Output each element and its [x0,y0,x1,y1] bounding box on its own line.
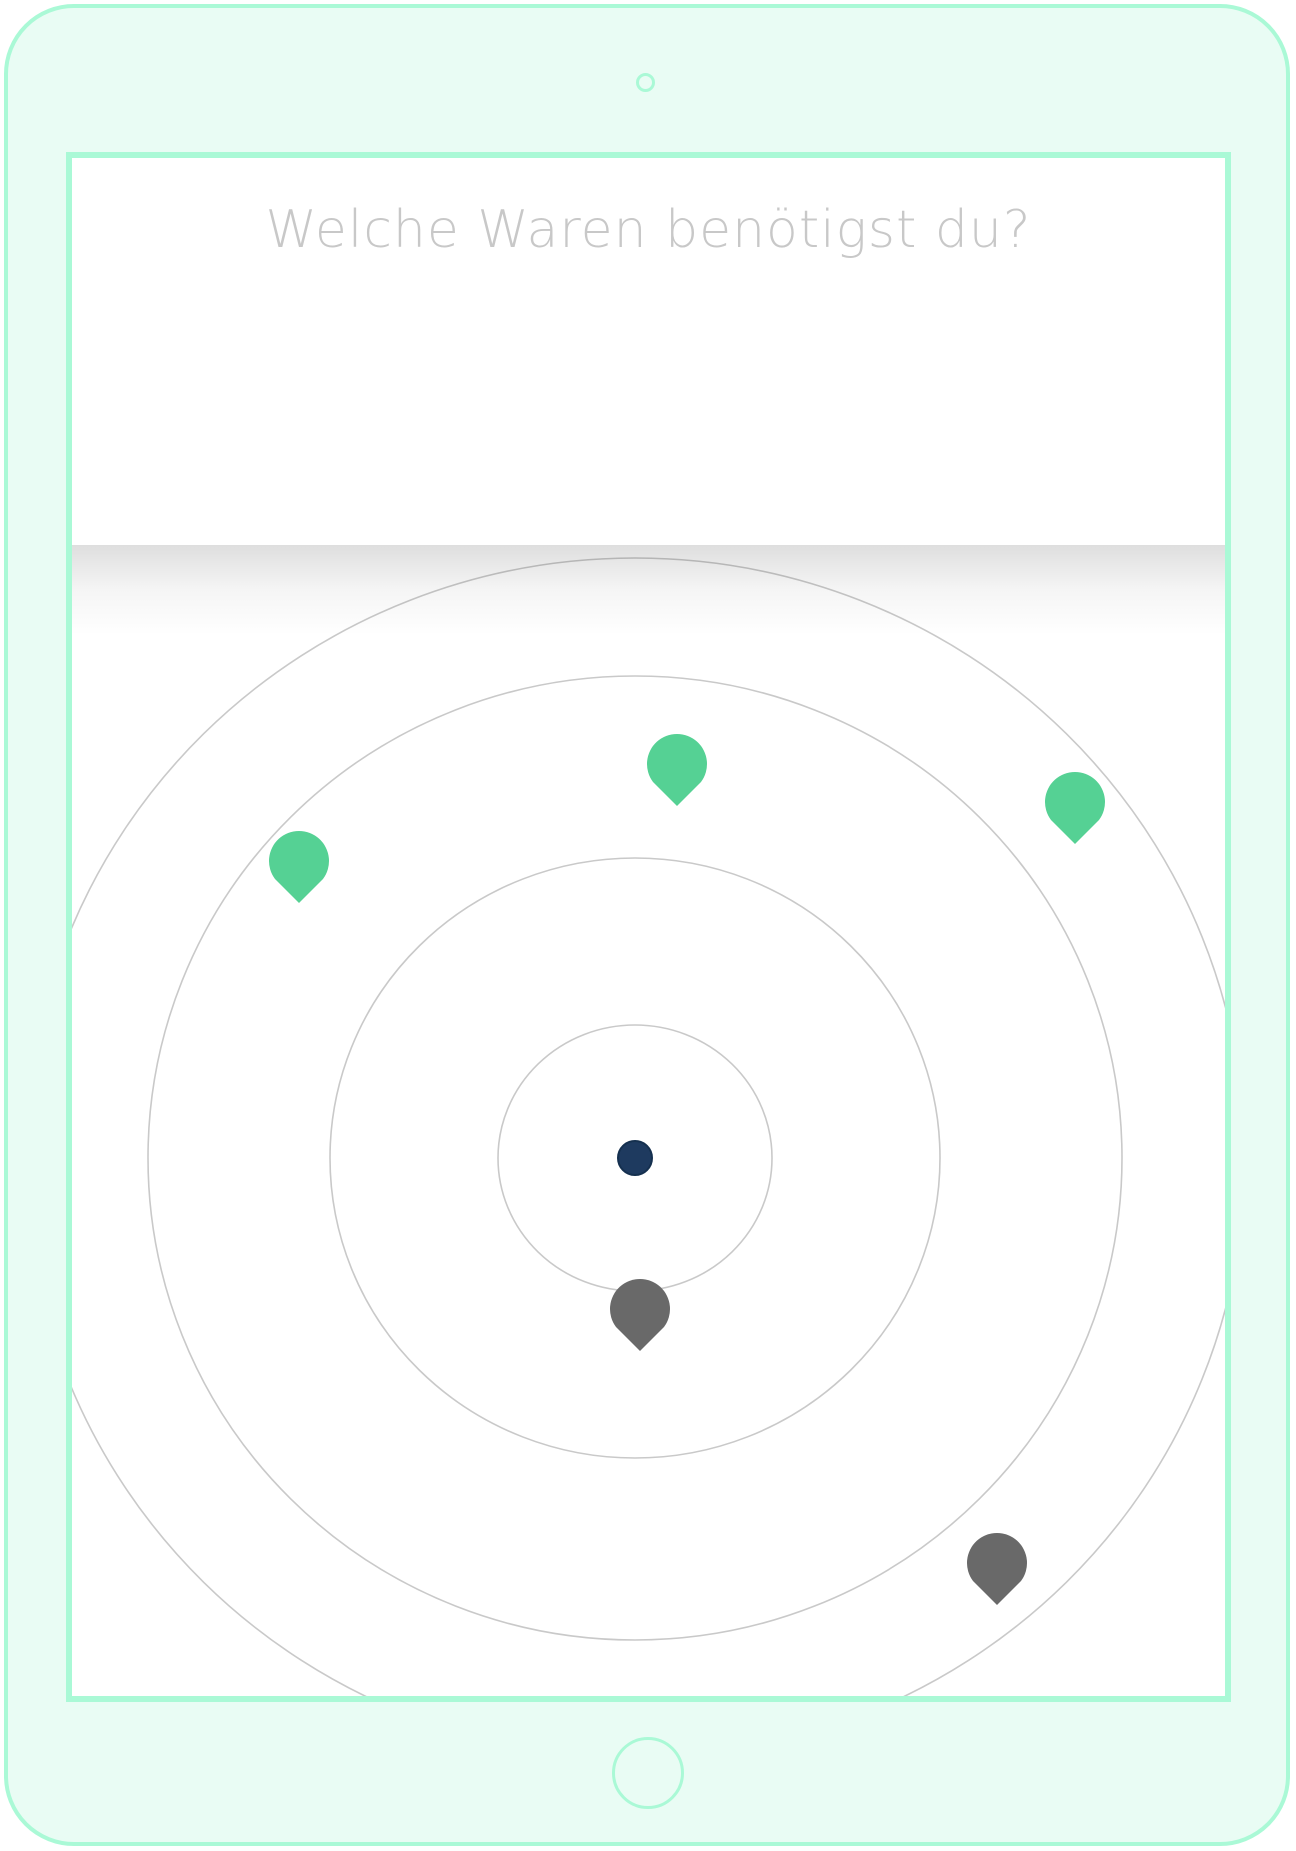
map-pin-icon[interactable] [967,1533,1027,1605]
front-camera [636,73,655,92]
radar-rings [72,557,1225,1696]
map-pin-shape [647,733,708,806]
map-pin-icon[interactable] [269,831,329,903]
map-pin-shape [1045,772,1105,844]
page-title: Welche Waren benötigst du? [265,200,1032,260]
map-pin-icon[interactable] [647,733,708,806]
app-screen: Welche Waren benötigst du? [66,152,1231,1702]
app-header: Welche Waren benötigst du? [72,158,1225,545]
home-button[interactable] [612,1737,684,1809]
map-pin-shape [610,1279,670,1351]
map-pin-shape [269,831,329,903]
marker-layer [269,733,1105,1605]
map-pin-icon[interactable] [610,1279,670,1351]
map-pin-icon[interactable] [1045,772,1105,844]
map-pin-shape [967,1533,1027,1605]
location-dot-icon [617,1140,653,1176]
radar-ring-outer [72,557,1225,1696]
